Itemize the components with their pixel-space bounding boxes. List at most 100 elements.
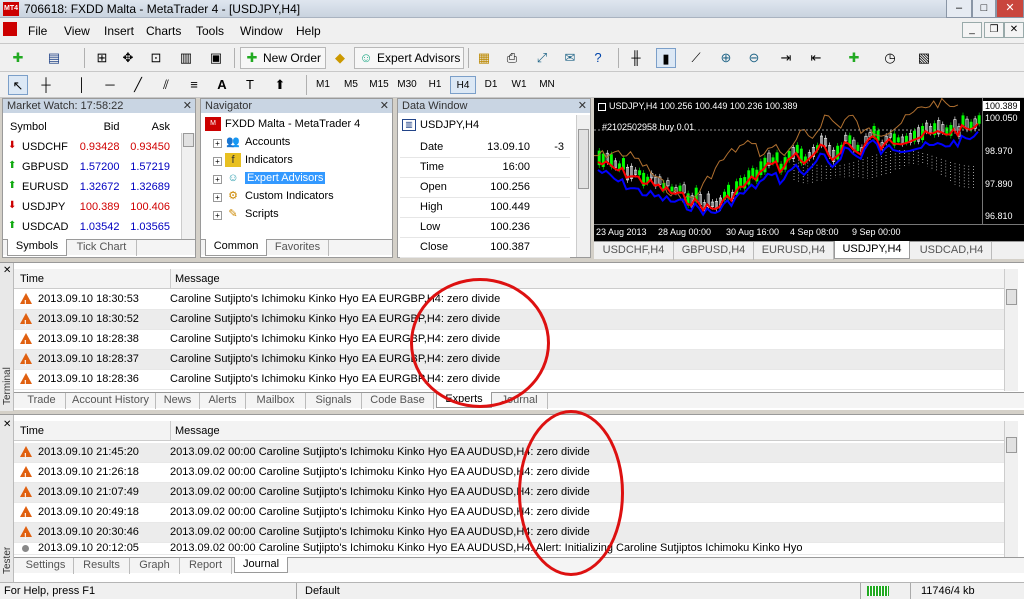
menu-insert[interactable]: Insert xyxy=(104,24,134,38)
log-row[interactable]: 2013.09.10 21:07:492013.09.02 00:00 Caro… xyxy=(14,483,1004,506)
line-chart-icon[interactable]: ⟋ xyxy=(686,48,706,68)
metaeditor-icon[interactable]: ◆ xyxy=(330,48,350,68)
symbol-row[interactable]: ⬇ USDCHF 0.93428 0.93450 xyxy=(6,137,176,157)
tab-trade[interactable]: Trade xyxy=(18,393,66,409)
log-row[interactable]: 2013.09.10 21:45:202013.09.02 00:00 Caro… xyxy=(14,443,1004,466)
terminal-scrollbar[interactable] xyxy=(1004,269,1018,391)
chart-tab-usdchf[interactable]: USDCHF,H4 xyxy=(594,242,674,260)
tester-scrollbar[interactable] xyxy=(1004,421,1018,557)
new-order-button[interactable]: ✚ New Order xyxy=(240,47,326,69)
terminal-icon[interactable]: ▥ xyxy=(176,48,196,68)
data-window-icon[interactable]: ⊡ xyxy=(146,48,166,68)
tab-report[interactable]: Report xyxy=(180,558,232,574)
menu-view[interactable]: View xyxy=(64,24,90,38)
navigator-icon[interactable]: ✥ xyxy=(118,48,138,68)
data-window-scrollbar[interactable] xyxy=(576,115,590,257)
chart-tab-eurusd[interactable]: EURUSD,H4 xyxy=(754,242,834,260)
tab-mailbox[interactable]: Mailbox xyxy=(246,393,306,409)
symbol-row[interactable]: ⬆ GBPUSD 1.57200 1.57219 xyxy=(6,157,176,177)
periods-icon[interactable]: ◷ xyxy=(880,48,900,68)
expert-advisors-button[interactable]: ☺ Expert Advisors xyxy=(354,47,464,69)
text-label-icon[interactable]: T xyxy=(240,75,260,95)
close-icon[interactable]: ✕ xyxy=(3,265,11,276)
chart-tab-gbpusd[interactable]: GBPUSD,H4 xyxy=(674,242,754,260)
menu-file[interactable]: File xyxy=(28,24,47,38)
navigator-item-scripts[interactable]: ✎ Scripts xyxy=(225,205,278,223)
bar-chart-icon[interactable]: ╫ xyxy=(626,48,646,68)
text-icon[interactable]: A xyxy=(212,75,232,95)
chart-window-icon[interactable]: ▦ xyxy=(474,48,494,68)
zoom-in-icon[interactable]: ⊕ xyxy=(716,48,736,68)
mdi-minimize-icon[interactable]: _ xyxy=(962,22,982,38)
expand-icon[interactable]: + xyxy=(213,139,222,148)
tab-common[interactable]: Common xyxy=(205,239,267,256)
cursor-icon[interactable]: ↖ xyxy=(8,75,28,95)
new-chart-icon[interactable]: ✚ xyxy=(8,48,28,68)
navigator-item-accounts[interactable]: 👥 Accounts xyxy=(225,133,290,151)
navigator-item-indicators[interactable]: f Indicators xyxy=(225,151,293,169)
fullscreen-icon[interactable]: ⤢ xyxy=(532,48,552,68)
tab-tick-chart[interactable]: Tick Chart xyxy=(67,240,137,256)
menu-tools[interactable]: Tools xyxy=(196,24,224,38)
log-row[interactable]: 2013.09.10 20:12:05 2013.09.02 00:00 Caro… xyxy=(14,543,1004,555)
help-icon[interactable]: ? xyxy=(588,48,608,68)
crosshair-icon[interactable]: ┼ xyxy=(36,75,56,95)
menu-charts[interactable]: Charts xyxy=(146,24,181,38)
tab-results[interactable]: Results xyxy=(74,558,130,574)
chart-menu-icon[interactable] xyxy=(598,102,606,111)
close-icon[interactable]: ✕ xyxy=(578,99,587,113)
timeframe-w1[interactable]: W1 xyxy=(506,76,532,94)
timeframe-m15[interactable]: M15 xyxy=(366,76,392,94)
navigator-item-expert-advisors[interactable]: ☺ Expert Advisors xyxy=(225,169,326,187)
maximize-icon[interactable]: □ xyxy=(972,0,996,18)
chart-tab-usdjpy[interactable]: USDJPY,H4 xyxy=(834,241,910,259)
tab-news[interactable]: News xyxy=(156,393,200,409)
timeframe-d1[interactable]: D1 xyxy=(478,76,504,94)
close-icon[interactable]: ✕ xyxy=(996,0,1024,18)
trendline-icon[interactable]: ╱ xyxy=(128,75,148,95)
minimize-icon[interactable]: ‒ xyxy=(946,0,972,18)
symbol-row[interactable]: ⬇ USDJPY 100.389 100.406 xyxy=(6,197,176,217)
tester-icon[interactable]: ▣ xyxy=(206,48,226,68)
timeframe-h4[interactable]: H4 xyxy=(450,76,476,94)
expand-icon[interactable]: + xyxy=(213,157,222,166)
expand-icon[interactable]: + xyxy=(213,193,222,202)
mdi-restore-icon[interactable]: ❐ xyxy=(984,22,1004,38)
vertical-line-icon[interactable]: │ xyxy=(72,75,92,95)
close-icon[interactable]: ✕ xyxy=(3,419,11,430)
log-row[interactable]: 2013.09.10 20:49:182013.09.02 00:00 Caro… xyxy=(14,503,1004,526)
tab-code-base[interactable]: Code Base xyxy=(362,393,434,409)
tab-account-history[interactable]: Account History xyxy=(66,393,156,409)
doc-icon[interactable] xyxy=(3,22,17,36)
profiles-icon[interactable]: ▤ xyxy=(44,48,64,68)
tab-favorites[interactable]: Favorites xyxy=(267,240,329,256)
timeframe-h1[interactable]: H1 xyxy=(422,76,448,94)
symbol-row[interactable]: ⬆ USDCAD 1.03542 1.03565 xyxy=(6,217,176,237)
log-row[interactable]: 2013.09.10 21:26:182013.09.02 00:00 Caro… xyxy=(14,463,1004,486)
tab-settings[interactable]: Settings xyxy=(18,558,74,574)
print-icon[interactable]: ⎙ xyxy=(502,48,522,68)
chart-tab-usdcad[interactable]: USDCAD,H4 xyxy=(912,242,992,260)
close-icon[interactable]: ✕ xyxy=(183,99,192,113)
timeframe-m30[interactable]: M30 xyxy=(394,76,420,94)
navigator-root[interactable]: M FXDD Malta - MetaTrader 4 xyxy=(205,115,360,133)
tab-symbols[interactable]: Symbols xyxy=(7,239,67,256)
expand-icon[interactable]: + xyxy=(213,211,222,220)
tab-alerts[interactable]: Alerts xyxy=(200,393,246,409)
market-watch-icon[interactable]: ⊞ xyxy=(92,48,112,68)
mail-icon[interactable]: ✉ xyxy=(560,48,580,68)
log-row[interactable]: 2013.09.10 20:30:462013.09.02 00:00 Caro… xyxy=(14,523,1004,546)
menu-window[interactable]: Window xyxy=(240,24,283,38)
candlestick-icon[interactable]: ▮ xyxy=(656,48,676,68)
navigator-item-custom-indicators[interactable]: ⚙ Custom Indicators xyxy=(225,187,334,205)
timeframe-m1[interactable]: M1 xyxy=(310,76,336,94)
chart-canvas[interactable] xyxy=(594,98,1024,241)
fibonacci-icon[interactable]: ≡ xyxy=(184,75,204,95)
mdi-close-icon[interactable]: ✕ xyxy=(1004,22,1024,38)
market-watch-scrollbar[interactable] xyxy=(181,133,195,239)
price-chart[interactable]: USDJPY,H4 100.256 100.449 100.236 100.38… xyxy=(594,98,1024,241)
templates-icon[interactable]: ▧ xyxy=(914,48,934,68)
tab-graph[interactable]: Graph xyxy=(130,558,180,574)
expand-icon[interactable]: + xyxy=(213,175,222,184)
close-icon[interactable]: ✕ xyxy=(380,99,389,113)
